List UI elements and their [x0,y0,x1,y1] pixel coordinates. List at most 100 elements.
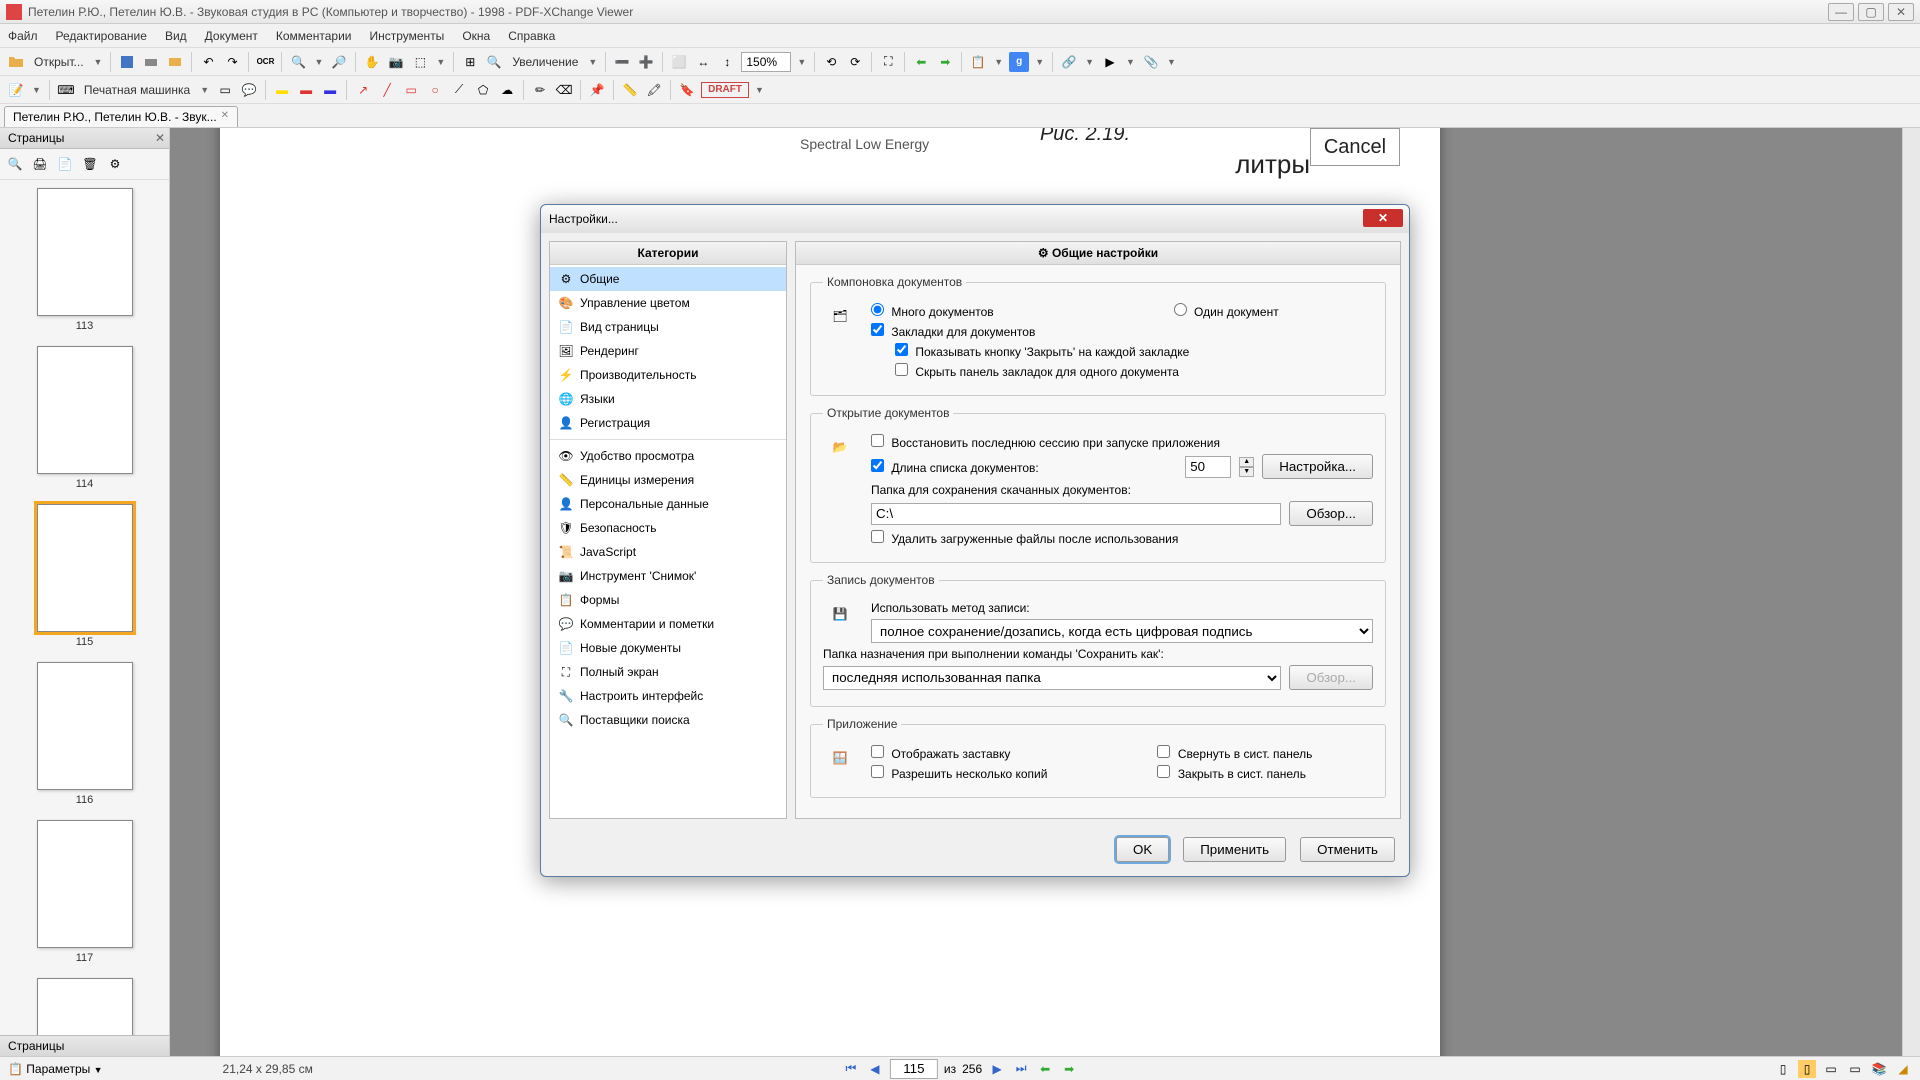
category-javascript[interactable]: 📜JavaScript [550,540,786,564]
page-number-input[interactable] [890,1059,938,1079]
dialog-close-button[interactable]: ✕ [1363,209,1403,227]
minimize-button[interactable]: — [1828,3,1854,21]
highlight2-icon[interactable]: 🖍 [644,80,664,100]
menu-file[interactable]: Файл [8,29,38,43]
category-rendering[interactable]: 🖼Рендеринг [550,339,786,363]
chk-multi-instance[interactable]: Разрешить несколько копий [871,765,1047,781]
vertical-scrollbar[interactable] [1902,128,1920,1056]
rotate-cw-icon[interactable]: ⟳ [845,52,865,72]
first-page-icon[interactable]: ⏮ [842,1060,860,1078]
menu-comments[interactable]: Комментарии [276,29,352,43]
nav-fwd-icon[interactable]: ➡ [1060,1060,1078,1078]
last-page-icon[interactable]: ⏭ [1012,1060,1030,1078]
select-icon[interactable]: ⬚ [410,52,430,72]
close-window-button[interactable]: ✕ [1888,3,1914,21]
thumbnails-list[interactable]: 113 114 115 116 117 [0,180,169,1035]
snapshot-icon[interactable]: 📷 [386,52,406,72]
page-thumbnail[interactable]: 117 [8,820,161,964]
menu-help[interactable]: Справка [508,29,555,43]
category-color[interactable]: 🎨Управление цветом [550,291,786,315]
chk-closebtn[interactable]: Показывать кнопку 'Закрыть' на каждой за… [895,343,1189,359]
sidebar-delete-icon[interactable]: 🗑 [79,153,101,175]
oval-icon[interactable]: ○ [425,80,445,100]
category-languages[interactable]: 🌐Языки [550,387,786,411]
resize-grip-icon[interactable]: ◢ [1894,1060,1912,1078]
zoom-in-icon[interactable]: ➕ [636,52,656,72]
dest-select[interactable]: последняя использованная папка [823,666,1281,690]
chk-listlen[interactable]: Длина списка документов: [871,459,1039,475]
open-button[interactable]: Открыт... [30,55,88,69]
document-tab[interactable]: Петелин Р.Ю., Петелин Ю.В. - Звук... ✕ [4,106,238,127]
highlight-icon[interactable]: ▬ [272,80,292,100]
listlen-spinner[interactable]: ▲▼ [1239,457,1254,477]
category-units[interactable]: 📏Единицы измерения [550,468,786,492]
pencil-icon[interactable]: ✏ [530,80,550,100]
find-icon[interactable]: 🔍 [288,52,308,72]
nav-back-icon[interactable]: ⬅ [1036,1060,1054,1078]
open-icon[interactable] [6,52,26,72]
tab-close-icon[interactable]: ✕ [221,110,233,122]
cancel-button[interactable]: Отменить [1300,837,1395,862]
category-security[interactable]: 🛡Безопасность [550,516,786,540]
chk-hide-single[interactable]: Скрыть панель закладок для одного докуме… [895,363,1179,379]
hand-icon[interactable]: ✋ [362,52,382,72]
stamp-icon[interactable]: 🔖 [677,80,697,100]
polygon-icon[interactable]: ⬠ [473,80,493,100]
category-accessibility[interactable]: 👁Удобство просмотра [550,444,786,468]
dialog-titlebar[interactable]: Настройки... ✕ [541,205,1409,233]
page-thumbnail[interactable]: 115 [8,504,161,648]
layer-icon[interactable]: 📚 [1870,1060,1888,1078]
measure-icon[interactable]: 📏 [620,80,640,100]
category-newdoc[interactable]: 📄Новые документы [550,636,786,660]
folder-input[interactable] [871,503,1281,525]
categories-list[interactable]: ⚙Общие 🎨Управление цветом 📄Вид страницы … [550,265,786,734]
chk-minimize-tray[interactable]: Свернуть в сист. панель [1157,745,1312,761]
polyline-icon[interactable]: ⟋ [449,80,469,100]
params-button[interactable]: 📋 Параметры ▼ [8,1062,103,1076]
category-registration[interactable]: 👤Регистрация [550,411,786,435]
ok-button[interactable]: OK [1116,837,1169,862]
strikeout-icon[interactable]: ▬ [296,80,316,100]
apply-button[interactable]: Применить [1183,837,1286,862]
draft-stamp[interactable]: DRAFT [701,82,749,98]
layout-facing-icon[interactable]: ▭ [1822,1060,1840,1078]
browse-dest-button[interactable]: Обзор... [1289,665,1373,690]
sidebar-options-icon[interactable]: ⚙ [104,153,126,175]
sidebar-new-icon[interactable]: 📄 [54,153,76,175]
maximize-button[interactable]: ▢ [1858,3,1884,21]
textbox-icon[interactable]: ▭ [215,80,235,100]
typewriter-icon[interactable]: ⌨ [56,80,76,100]
back-icon[interactable]: ⬅ [911,52,931,72]
category-forms[interactable]: 📋Формы [550,588,786,612]
rotate-ccw-icon[interactable]: ⟲ [821,52,841,72]
print-icon[interactable] [141,52,161,72]
link-icon[interactable]: 🔗 [1059,52,1079,72]
cloud-icon[interactable]: ☁ [497,80,517,100]
eraser-icon[interactable]: ⌫ [554,80,574,100]
menu-document[interactable]: Документ [205,29,258,43]
radio-single-doc[interactable]: Один документ [1174,303,1279,319]
callout-icon[interactable]: 💬 [239,80,259,100]
page-thumbnail[interactable]: 116 [8,662,161,806]
menu-tools[interactable]: Инструменты [369,29,444,43]
chk-tabs[interactable]: Закладки для документов [871,323,1035,339]
zoom-out-icon[interactable]: ➖ [612,52,632,72]
sidebar-footer[interactable]: Страницы [0,1035,169,1056]
sidebar-close-icon[interactable]: ✕ [155,131,165,145]
chk-close-tray[interactable]: Закрыть в сист. панель [1157,765,1305,781]
zoom-input[interactable] [741,52,791,72]
sidebar-print-icon[interactable]: 🖨 [29,153,51,175]
find-dropdown[interactable]: ▼ [312,57,325,67]
underline-icon[interactable]: ▬ [320,80,340,100]
category-customize[interactable]: 🔧Настроить интерфейс [550,684,786,708]
menu-edit[interactable]: Редактирование [56,29,147,43]
fit-page-icon[interactable]: ⬜ [669,52,689,72]
typewriter-button[interactable]: Печатная машинка [80,83,194,97]
layout-cont-facing-icon[interactable]: ▭ [1846,1060,1864,1078]
menu-windows[interactable]: Окна [462,29,490,43]
save-icon[interactable] [117,52,137,72]
rect-icon[interactable]: ▭ [401,80,421,100]
open-dropdown[interactable]: ▼ [92,57,105,67]
redo-icon[interactable]: ↷ [222,52,242,72]
pin-icon[interactable]: 📌 [587,80,607,100]
